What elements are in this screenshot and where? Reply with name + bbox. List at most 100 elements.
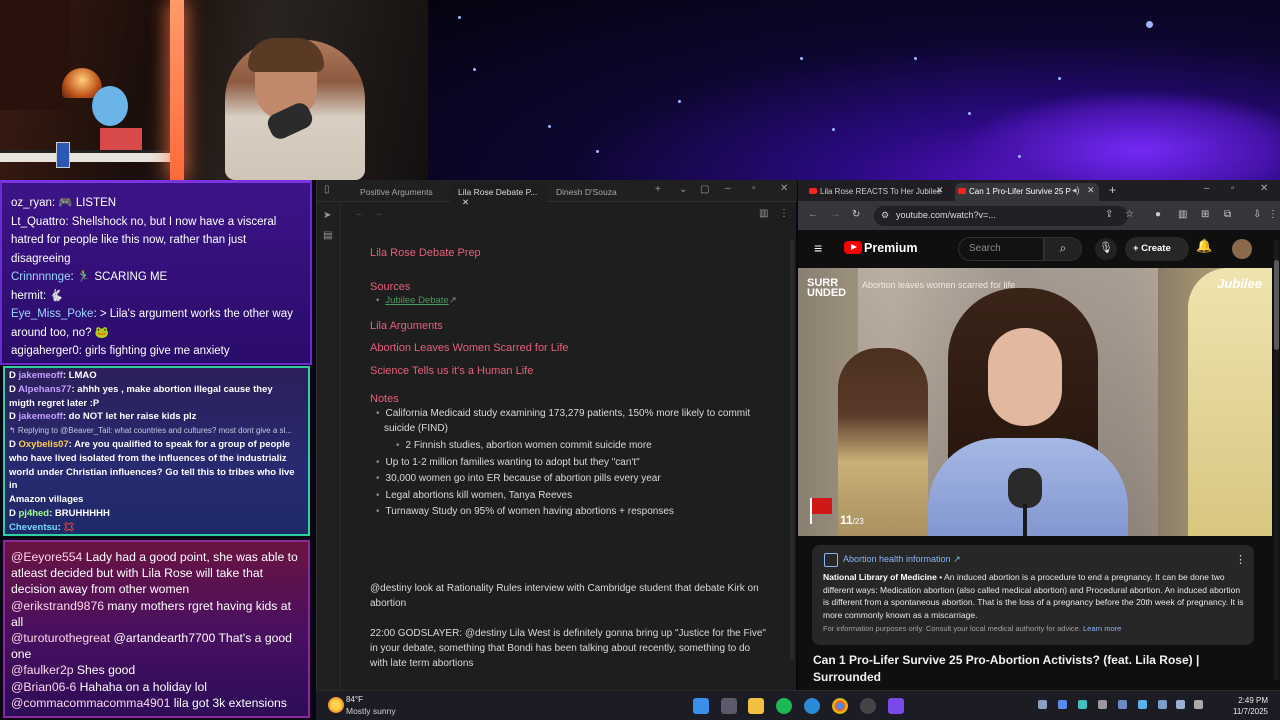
reading-view-icon[interactable]: ▥ <box>759 208 768 219</box>
layout-icon[interactable]: ▢ <box>700 184 709 195</box>
tray-icon[interactable] <box>1098 700 1107 709</box>
search-button[interactable]: ⌕ <box>1044 237 1082 261</box>
chat-panel-primary: oz_ryan: 🎮 LISTEN Lt_Quattro: Shellshock… <box>0 180 312 365</box>
chat-message: @turoturothegreat @artandearth7700 That'… <box>11 631 292 646</box>
learn-more-link[interactable]: Learn more <box>1083 624 1121 633</box>
argument-heading: Science Tells us it's a Human Life <box>370 365 534 377</box>
create-button[interactable]: + Create <box>1125 237 1189 261</box>
back-arrow-icon[interactable]: ← <box>808 209 818 220</box>
site-info-icon[interactable]: ⚙ <box>881 210 889 221</box>
tab-lila-rose-debate-prep[interactable]: Lila Rose Debate P... ✕ <box>450 183 547 207</box>
notes-ribbon: ➤ ▤ <box>317 202 341 690</box>
sun-icon[interactable] <box>328 697 344 713</box>
tray-icon[interactable] <box>1118 700 1127 709</box>
list-item-nested: • 2 Finnish studies, abortion women commi… <box>396 440 652 451</box>
close-window-icon[interactable]: ✕ <box>780 183 788 194</box>
chat-message: D jakemeoff: LMAO <box>9 370 97 381</box>
sources-heading: Sources <box>370 281 411 293</box>
weather-temperature[interactable]: 84°F <box>346 695 363 704</box>
nebula <box>960 90 1280 180</box>
chat-message: disagreeing <box>11 252 71 265</box>
youtube-premium-brand[interactable]: Premium <box>864 241 918 255</box>
back-arrow-icon[interactable]: ← <box>355 208 365 219</box>
list-item: • Jubilee Debate↗ <box>376 295 457 306</box>
jubilee-debate-link[interactable]: Jubilee Debate <box>385 295 448 306</box>
extension-icon[interactable]: ⊞ <box>1201 209 1209 220</box>
new-tab-icon[interactable]: + <box>655 184 661 195</box>
battery-icon[interactable] <box>1194 700 1203 709</box>
minimize-icon[interactable]: – <box>1204 183 1210 194</box>
forward-arrow-icon[interactable]: → <box>830 209 840 220</box>
chevron-down-icon[interactable]: ⌄ <box>679 184 687 195</box>
share-icon[interactable]: ⇪ <box>1105 209 1113 220</box>
scrollbar[interactable] <box>1274 240 1279 680</box>
download-icon[interactable]: ⇩ <box>1253 209 1261 220</box>
close-icon[interactable]: ✕ <box>936 185 944 196</box>
extension-icon[interactable]: ● <box>1155 209 1161 220</box>
extension-icon[interactable]: ▥ <box>1178 209 1187 220</box>
scrollbar[interactable] <box>790 240 794 660</box>
maximize-icon[interactable]: ▫ <box>1231 183 1235 194</box>
speaker-icon[interactable]: ◂) <box>1072 185 1080 196</box>
files-icon[interactable]: ▤ <box>323 230 332 241</box>
windows-start-icon[interactable] <box>693 698 709 714</box>
chat-message: agigaherger0: girls fighting give me anx… <box>11 345 230 357</box>
wifi-icon[interactable] <box>1158 700 1167 709</box>
reload-icon[interactable]: ↻ <box>852 209 860 220</box>
browser-tab[interactable]: Lila Rose REACTS To Her Jubilee <box>806 183 949 201</box>
close-icon[interactable]: ✕ <box>462 197 469 207</box>
youtube-header: ≡ Premium Search ⌕ 🎙 + Create 🔔 <box>798 230 1272 268</box>
space-background <box>428 0 1280 180</box>
obs-icon[interactable] <box>860 698 876 714</box>
send-icon[interactable]: ➤ <box>323 210 331 221</box>
weather-condition[interactable]: Mostly sunny <box>346 706 396 716</box>
tab-dinesh-dsouza[interactable]: Dinesh D'Souza <box>548 183 625 202</box>
argument-heading: Abortion Leaves Women Scarred for Life <box>370 342 569 354</box>
search-input[interactable]: Search <box>958 237 1044 261</box>
note-paragraph: @destiny look at Rationality Rules inter… <box>370 583 759 610</box>
forward-arrow-icon[interactable]: → <box>373 208 383 219</box>
tray-icon[interactable] <box>1038 700 1047 709</box>
menu-icon[interactable]: ≡ <box>814 240 822 256</box>
system-clock[interactable]: 2:49 PM 11/7/2025 <box>1233 695 1268 717</box>
close-icon[interactable]: ✕ <box>1087 185 1095 196</box>
address-bar[interactable]: ⚙ youtube.com/watch?v=... <box>874 206 1128 226</box>
bookmark-star-icon[interactable]: ☆ <box>1125 209 1134 220</box>
more-options-icon[interactable]: ⋮ <box>779 208 789 219</box>
new-tab-icon[interactable]: + <box>1109 183 1116 197</box>
video-player[interactable]: SURR UNDED Abortion leaves women scarred … <box>798 268 1272 536</box>
notifications-bell-icon[interactable]: 🔔 <box>1196 238 1212 254</box>
edge-icon[interactable] <box>804 698 820 714</box>
health-info-link[interactable]: Abortion health information ↗ <box>843 554 961 565</box>
list-item: • Turnaway Study on 95% of women having a… <box>376 506 674 517</box>
youtube-favicon-icon <box>809 188 817 194</box>
tray-icon[interactable] <box>1138 700 1147 709</box>
tray-icon[interactable] <box>1058 700 1067 709</box>
voice-search-button[interactable]: 🎙 <box>1095 238 1117 260</box>
task-view-icon[interactable] <box>721 698 737 714</box>
notes-heading: Notes <box>370 393 399 405</box>
maximize-icon[interactable]: ▫ <box>752 183 756 194</box>
youtube-logo-icon[interactable] <box>844 241 862 254</box>
avatar[interactable] <box>1232 239 1252 259</box>
tray-icon[interactable] <box>1078 700 1087 709</box>
volume-icon[interactable] <box>1176 700 1185 709</box>
more-options-icon[interactable]: ⋮ <box>1268 209 1278 220</box>
obsidian-icon[interactable] <box>888 698 904 714</box>
close-window-icon[interactable]: ✕ <box>1260 183 1268 194</box>
tab-positive-arguments[interactable]: Positive Arguments <box>352 183 441 202</box>
spotify-icon[interactable] <box>776 698 792 714</box>
more-options-icon[interactable]: ⋮ <box>1235 553 1246 566</box>
minimize-icon[interactable]: – <box>725 183 731 194</box>
video-background-person <box>838 348 928 536</box>
file-explorer-icon[interactable] <box>748 698 764 714</box>
chrome-icon[interactable] <box>832 698 848 714</box>
video-foreground-person <box>1188 268 1272 536</box>
chat-panel-youtube: @Eeyore554 Lady had a good point, she wa… <box>3 540 310 718</box>
youtube-favicon-icon <box>958 188 966 194</box>
extensions-puzzle-icon[interactable]: ⧉ <box>1224 209 1231 220</box>
sidebar-toggle-icon[interactable]: ▯ <box>324 184 330 195</box>
chat-message: hermit: 🐇 <box>11 289 64 302</box>
chat-message: who have lived isolated from the influen… <box>9 452 287 464</box>
star <box>832 128 835 131</box>
